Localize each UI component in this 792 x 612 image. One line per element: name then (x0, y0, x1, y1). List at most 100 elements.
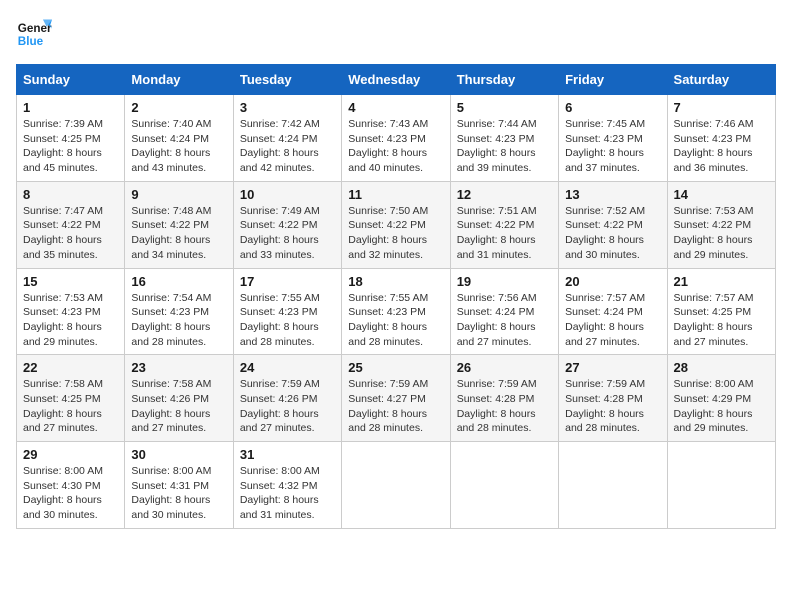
calendar-cell (342, 442, 450, 529)
calendar-cell: 28 Sunrise: 8:00 AMSunset: 4:29 PMDaylig… (667, 355, 775, 442)
day-number: 21 (674, 274, 769, 289)
day-info: Sunrise: 7:59 AMSunset: 4:27 PMDaylight:… (348, 378, 428, 434)
calendar-cell: 22 Sunrise: 7:58 AMSunset: 4:25 PMDaylig… (17, 355, 125, 442)
calendar-cell: 6 Sunrise: 7:45 AMSunset: 4:23 PMDayligh… (559, 95, 667, 182)
calendar-cell: 27 Sunrise: 7:59 AMSunset: 4:28 PMDaylig… (559, 355, 667, 442)
day-info: Sunrise: 7:53 AMSunset: 4:22 PMDaylight:… (674, 205, 754, 261)
calendar-cell (559, 442, 667, 529)
day-number: 19 (457, 274, 552, 289)
calendar-week-row: 1 Sunrise: 7:39 AMSunset: 4:25 PMDayligh… (17, 95, 776, 182)
calendar-cell: 17 Sunrise: 7:55 AMSunset: 4:23 PMDaylig… (233, 268, 341, 355)
day-number: 26 (457, 360, 552, 375)
calendar-cell: 9 Sunrise: 7:48 AMSunset: 4:22 PMDayligh… (125, 181, 233, 268)
day-number: 17 (240, 274, 335, 289)
calendar-cell: 8 Sunrise: 7:47 AMSunset: 4:22 PMDayligh… (17, 181, 125, 268)
calendar-cell: 3 Sunrise: 7:42 AMSunset: 4:24 PMDayligh… (233, 95, 341, 182)
day-info: Sunrise: 8:00 AMSunset: 4:30 PMDaylight:… (23, 465, 103, 521)
day-number: 12 (457, 187, 552, 202)
calendar-cell: 18 Sunrise: 7:55 AMSunset: 4:23 PMDaylig… (342, 268, 450, 355)
day-info: Sunrise: 7:43 AMSunset: 4:23 PMDaylight:… (348, 118, 428, 174)
day-number: 7 (674, 100, 769, 115)
day-number: 11 (348, 187, 443, 202)
day-info: Sunrise: 7:52 AMSunset: 4:22 PMDaylight:… (565, 205, 645, 261)
day-number: 29 (23, 447, 118, 462)
calendar-cell: 29 Sunrise: 8:00 AMSunset: 4:30 PMDaylig… (17, 442, 125, 529)
day-info: Sunrise: 7:59 AMSunset: 4:28 PMDaylight:… (565, 378, 645, 434)
day-info: Sunrise: 7:51 AMSunset: 4:22 PMDaylight:… (457, 205, 537, 261)
calendar-cell: 30 Sunrise: 8:00 AMSunset: 4:31 PMDaylig… (125, 442, 233, 529)
logo-icon: General Blue (16, 16, 52, 52)
day-info: Sunrise: 7:47 AMSunset: 4:22 PMDaylight:… (23, 205, 103, 261)
header-thursday: Thursday (450, 65, 558, 95)
calendar-cell: 7 Sunrise: 7:46 AMSunset: 4:23 PMDayligh… (667, 95, 775, 182)
day-info: Sunrise: 7:49 AMSunset: 4:22 PMDaylight:… (240, 205, 320, 261)
calendar-cell: 2 Sunrise: 7:40 AMSunset: 4:24 PMDayligh… (125, 95, 233, 182)
day-info: Sunrise: 7:57 AMSunset: 4:24 PMDaylight:… (565, 292, 645, 348)
calendar-week-row: 22 Sunrise: 7:58 AMSunset: 4:25 PMDaylig… (17, 355, 776, 442)
calendar-cell (450, 442, 558, 529)
day-info: Sunrise: 7:55 AMSunset: 4:23 PMDaylight:… (240, 292, 320, 348)
calendar-cell: 19 Sunrise: 7:56 AMSunset: 4:24 PMDaylig… (450, 268, 558, 355)
day-number: 25 (348, 360, 443, 375)
day-number: 24 (240, 360, 335, 375)
calendar-cell: 1 Sunrise: 7:39 AMSunset: 4:25 PMDayligh… (17, 95, 125, 182)
day-info: Sunrise: 7:48 AMSunset: 4:22 PMDaylight:… (131, 205, 211, 261)
logo: General Blue (16, 16, 52, 52)
day-info: Sunrise: 7:57 AMSunset: 4:25 PMDaylight:… (674, 292, 754, 348)
day-info: Sunrise: 7:50 AMSunset: 4:22 PMDaylight:… (348, 205, 428, 261)
day-info: Sunrise: 7:58 AMSunset: 4:25 PMDaylight:… (23, 378, 103, 434)
day-number: 27 (565, 360, 660, 375)
day-number: 5 (457, 100, 552, 115)
day-info: Sunrise: 7:53 AMSunset: 4:23 PMDaylight:… (23, 292, 103, 348)
calendar-cell: 4 Sunrise: 7:43 AMSunset: 4:23 PMDayligh… (342, 95, 450, 182)
svg-text:Blue: Blue (18, 35, 44, 48)
page-header: General Blue (16, 16, 776, 52)
calendar-cell: 11 Sunrise: 7:50 AMSunset: 4:22 PMDaylig… (342, 181, 450, 268)
day-number: 6 (565, 100, 660, 115)
calendar-cell: 5 Sunrise: 7:44 AMSunset: 4:23 PMDayligh… (450, 95, 558, 182)
day-info: Sunrise: 7:55 AMSunset: 4:23 PMDaylight:… (348, 292, 428, 348)
day-info: Sunrise: 7:58 AMSunset: 4:26 PMDaylight:… (131, 378, 211, 434)
calendar-cell: 15 Sunrise: 7:53 AMSunset: 4:23 PMDaylig… (17, 268, 125, 355)
day-number: 22 (23, 360, 118, 375)
calendar-cell (667, 442, 775, 529)
calendar-cell: 21 Sunrise: 7:57 AMSunset: 4:25 PMDaylig… (667, 268, 775, 355)
day-number: 18 (348, 274, 443, 289)
calendar-week-row: 8 Sunrise: 7:47 AMSunset: 4:22 PMDayligh… (17, 181, 776, 268)
day-info: Sunrise: 8:00 AMSunset: 4:31 PMDaylight:… (131, 465, 211, 521)
calendar-header-row: SundayMondayTuesdayWednesdayThursdayFrid… (17, 65, 776, 95)
day-info: Sunrise: 7:56 AMSunset: 4:24 PMDaylight:… (457, 292, 537, 348)
header-tuesday: Tuesday (233, 65, 341, 95)
calendar-cell: 14 Sunrise: 7:53 AMSunset: 4:22 PMDaylig… (667, 181, 775, 268)
header-wednesday: Wednesday (342, 65, 450, 95)
day-info: Sunrise: 7:44 AMSunset: 4:23 PMDaylight:… (457, 118, 537, 174)
day-number: 23 (131, 360, 226, 375)
day-number: 14 (674, 187, 769, 202)
calendar-table: SundayMondayTuesdayWednesdayThursdayFrid… (16, 64, 776, 529)
day-number: 30 (131, 447, 226, 462)
header-sunday: Sunday (17, 65, 125, 95)
header-friday: Friday (559, 65, 667, 95)
day-info: Sunrise: 8:00 AMSunset: 4:32 PMDaylight:… (240, 465, 320, 521)
day-number: 9 (131, 187, 226, 202)
calendar-week-row: 15 Sunrise: 7:53 AMSunset: 4:23 PMDaylig… (17, 268, 776, 355)
calendar-week-row: 29 Sunrise: 8:00 AMSunset: 4:30 PMDaylig… (17, 442, 776, 529)
day-number: 28 (674, 360, 769, 375)
day-info: Sunrise: 7:45 AMSunset: 4:23 PMDaylight:… (565, 118, 645, 174)
day-info: Sunrise: 7:42 AMSunset: 4:24 PMDaylight:… (240, 118, 320, 174)
day-info: Sunrise: 7:59 AMSunset: 4:28 PMDaylight:… (457, 378, 537, 434)
calendar-cell: 20 Sunrise: 7:57 AMSunset: 4:24 PMDaylig… (559, 268, 667, 355)
day-number: 13 (565, 187, 660, 202)
calendar-cell: 10 Sunrise: 7:49 AMSunset: 4:22 PMDaylig… (233, 181, 341, 268)
header-saturday: Saturday (667, 65, 775, 95)
calendar-cell: 13 Sunrise: 7:52 AMSunset: 4:22 PMDaylig… (559, 181, 667, 268)
day-number: 1 (23, 100, 118, 115)
day-number: 20 (565, 274, 660, 289)
day-number: 8 (23, 187, 118, 202)
day-number: 3 (240, 100, 335, 115)
calendar-cell: 23 Sunrise: 7:58 AMSunset: 4:26 PMDaylig… (125, 355, 233, 442)
calendar-cell: 26 Sunrise: 7:59 AMSunset: 4:28 PMDaylig… (450, 355, 558, 442)
day-info: Sunrise: 7:39 AMSunset: 4:25 PMDaylight:… (23, 118, 103, 174)
calendar-cell: 24 Sunrise: 7:59 AMSunset: 4:26 PMDaylig… (233, 355, 341, 442)
day-number: 16 (131, 274, 226, 289)
